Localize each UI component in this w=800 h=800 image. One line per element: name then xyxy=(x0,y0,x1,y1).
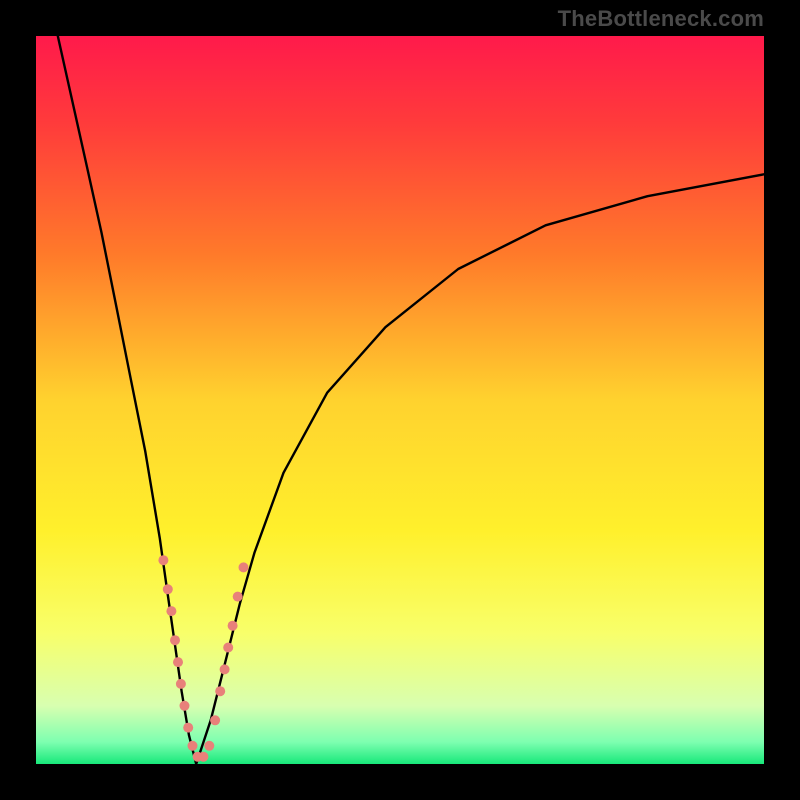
data-point xyxy=(170,635,180,645)
data-point xyxy=(180,701,190,711)
data-point xyxy=(173,657,183,667)
data-point xyxy=(210,715,220,725)
bottleneck-chart xyxy=(36,36,764,764)
plot-area xyxy=(36,36,764,764)
data-point xyxy=(198,752,208,762)
data-point xyxy=(233,592,243,602)
watermark-text: TheBottleneck.com xyxy=(558,6,764,32)
gradient-background xyxy=(36,36,764,764)
data-point xyxy=(183,723,193,733)
data-point xyxy=(176,679,186,689)
data-point xyxy=(204,741,214,751)
data-point xyxy=(166,606,176,616)
data-point xyxy=(223,643,233,653)
data-point xyxy=(158,555,168,565)
data-point xyxy=(228,621,238,631)
data-point xyxy=(188,741,198,751)
outer-frame: TheBottleneck.com xyxy=(0,0,800,800)
data-point xyxy=(215,686,225,696)
data-point xyxy=(239,562,249,572)
data-point xyxy=(220,664,230,674)
data-point xyxy=(163,584,173,594)
